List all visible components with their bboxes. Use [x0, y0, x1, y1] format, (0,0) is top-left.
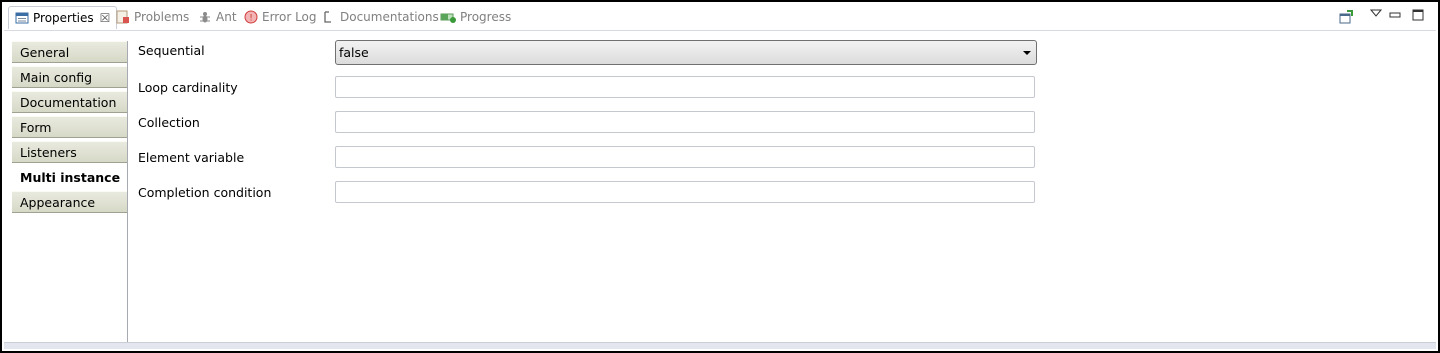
svg-text:!: !	[249, 14, 253, 24]
tab-problems-label: Problems	[134, 10, 190, 24]
sidebar-item-main-config[interactable]: Main config	[12, 66, 127, 88]
sequential-select[interactable]: false	[335, 40, 1037, 65]
pin-view-icon[interactable]	[1338, 9, 1354, 28]
element-variable-input[interactable]	[335, 146, 1035, 168]
tab-error-log-label: Error Log	[262, 10, 317, 24]
property-sections-sidebar: General Main config Documentation Form L…	[12, 41, 128, 343]
tab-properties[interactable]: Properties ☒	[8, 6, 118, 29]
completion-condition-label: Completion condition	[138, 185, 272, 200]
tab-error-log[interactable]: ! Error Log	[244, 6, 317, 28]
close-icon[interactable]: ☒	[100, 11, 111, 25]
documentations-icon	[322, 10, 336, 24]
view-tab-bar: Properties ☒ Problems Ant ! Error Log Do…	[4, 4, 1436, 30]
view-menu-icon[interactable]	[1369, 8, 1383, 22]
problems-icon	[116, 10, 130, 24]
properties-view: Properties ☒ Problems Ant ! Error Log Do…	[0, 0, 1440, 353]
sidebar-item-general[interactable]: General	[12, 41, 127, 63]
progress-icon	[440, 10, 456, 24]
completion-condition-input[interactable]	[335, 181, 1035, 203]
loop-cardinality-input[interactable]	[335, 76, 1035, 98]
minimize-icon[interactable]	[1389, 9, 1401, 23]
properties-icon	[15, 11, 29, 25]
sidebar-item-multi-instance[interactable]: Multi instance	[12, 166, 127, 188]
chevron-down-icon	[1023, 51, 1031, 55]
sidebar-item-listeners[interactable]: Listeners	[12, 141, 127, 163]
maximize-icon[interactable]	[1412, 9, 1424, 24]
sequential-value: false	[339, 45, 369, 60]
tab-documentations[interactable]: Documentations	[322, 6, 439, 28]
collection-input[interactable]	[335, 111, 1035, 133]
sequential-label: Sequential	[138, 43, 205, 58]
bottom-border-strip	[4, 342, 1436, 349]
sidebar-item-form[interactable]: Form	[12, 116, 127, 138]
tab-properties-label: Properties	[33, 11, 94, 25]
tab-ant-label: Ant	[216, 10, 237, 24]
tab-problems[interactable]: Problems	[116, 6, 189, 28]
sidebar-item-documentation[interactable]: Documentation	[12, 91, 127, 113]
tab-documentations-label: Documentations	[340, 10, 439, 24]
tab-progress-label: Progress	[460, 10, 512, 24]
loop-cardinality-label: Loop cardinality	[138, 80, 238, 95]
collection-label: Collection	[138, 115, 200, 130]
element-variable-label: Element variable	[138, 150, 245, 165]
error-log-icon: !	[244, 10, 258, 24]
tab-ant[interactable]: Ant	[198, 6, 237, 28]
properties-content: General Main config Documentation Form L…	[4, 30, 1436, 343]
sidebar-item-appearance[interactable]: Appearance	[12, 191, 127, 213]
tab-progress[interactable]: Progress	[440, 6, 511, 28]
ant-icon	[198, 10, 212, 24]
